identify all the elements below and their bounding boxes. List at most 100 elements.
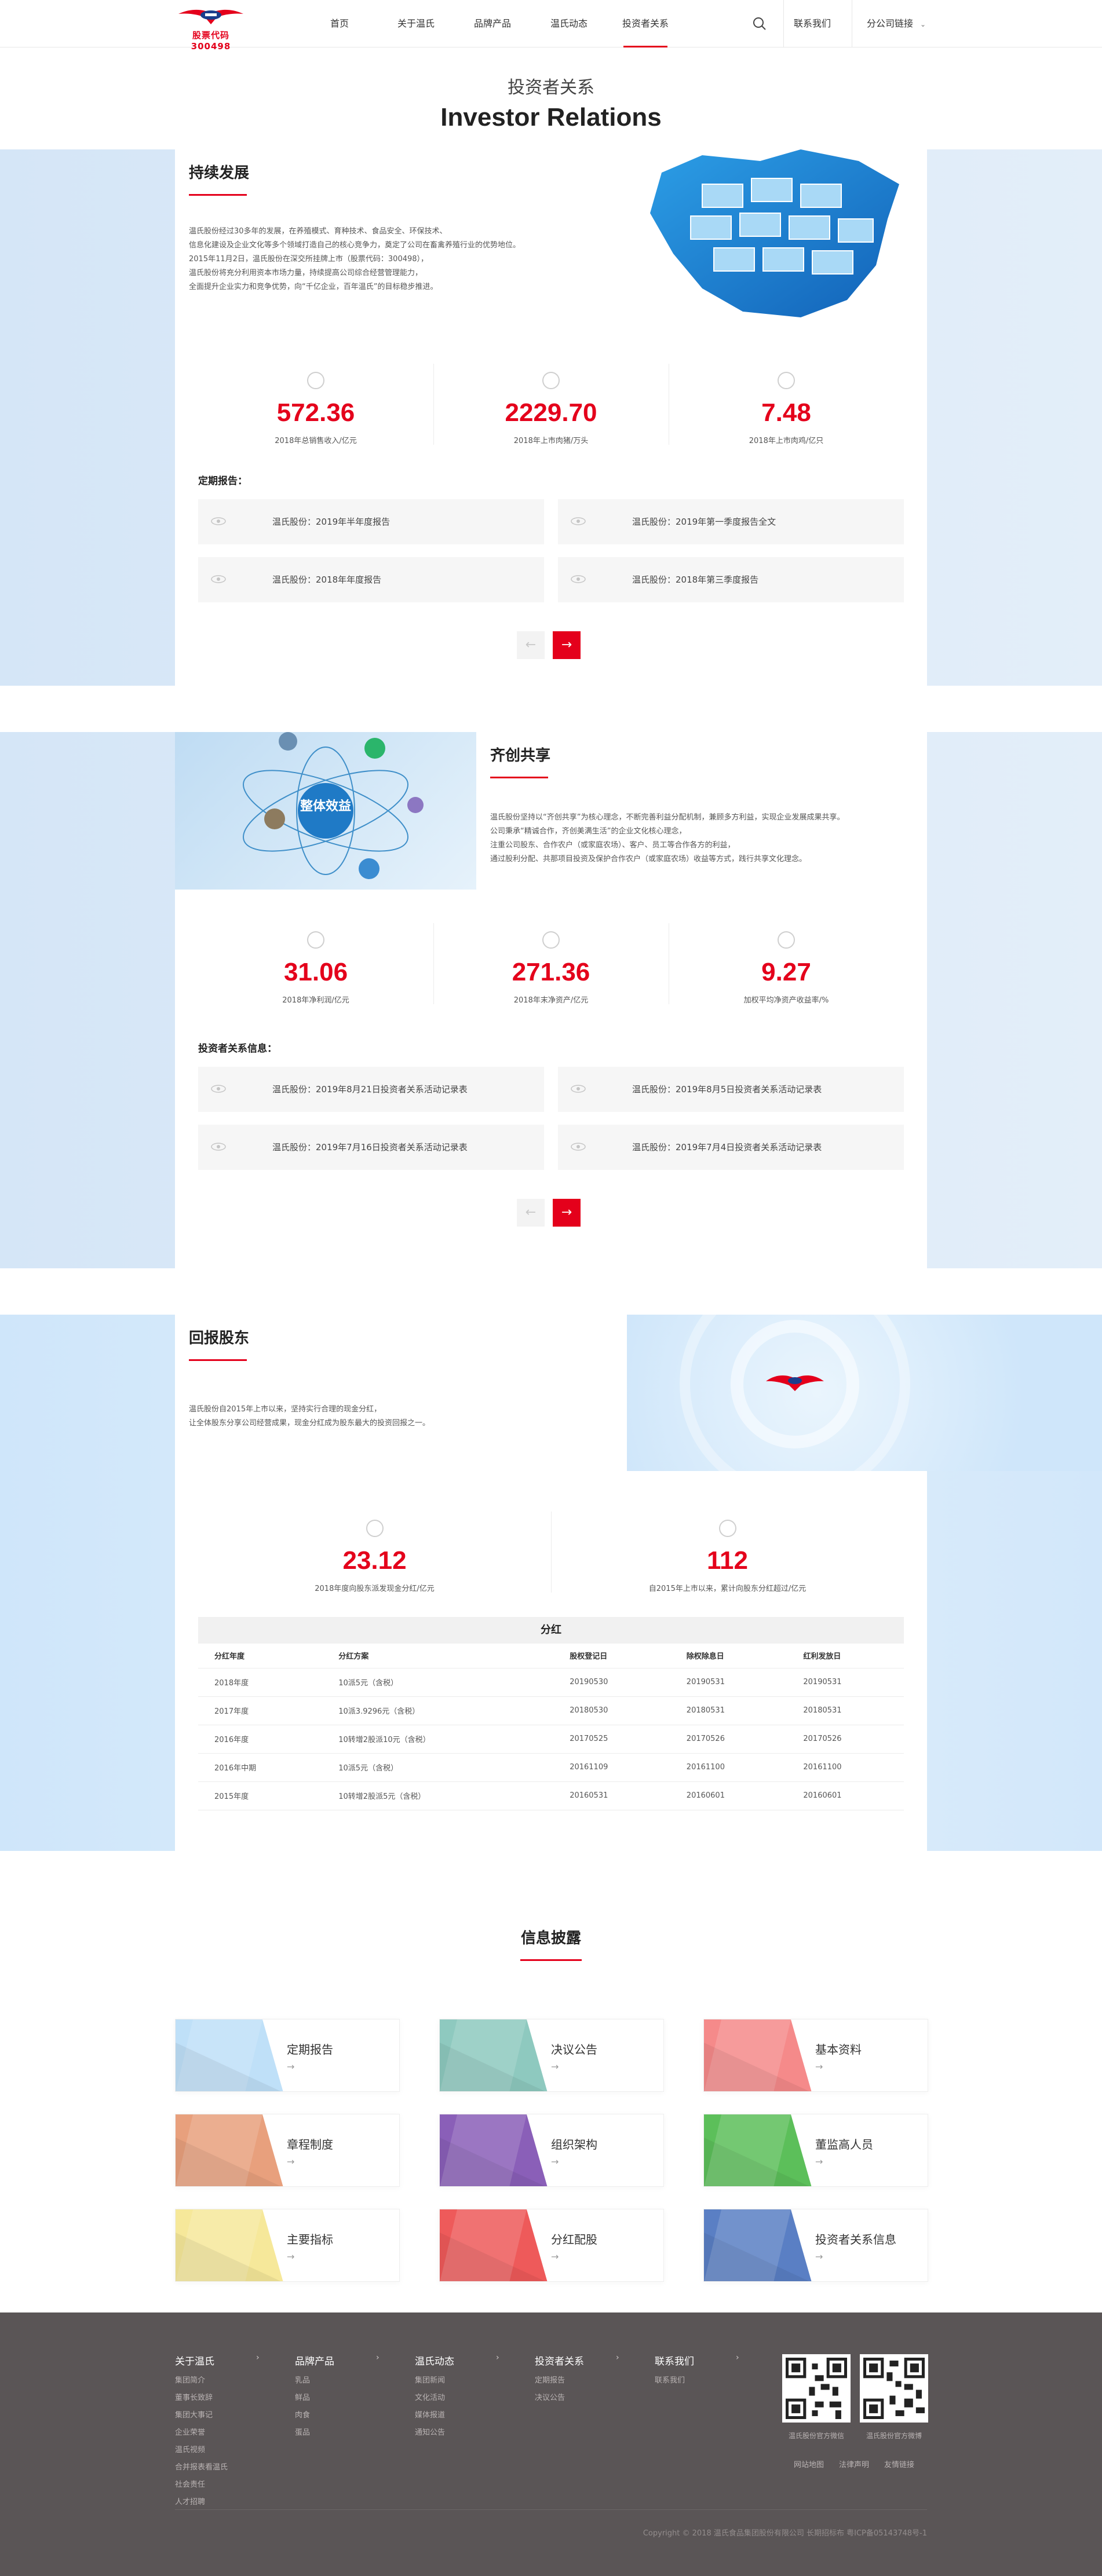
- eye-icon: [571, 517, 586, 525]
- col-header: 除权除息日: [670, 1644, 787, 1668]
- arrow-right-icon: →: [815, 2251, 823, 2262]
- report-item[interactable]: 温氏股份：2019年半年度报告: [198, 499, 544, 544]
- disclosure-card-basic-info[interactable]: 基本资料 →: [703, 2019, 928, 2092]
- footer-link[interactable]: 集团简介: [175, 2374, 279, 2385]
- footer-heading[interactable]: 关于温氏 ›: [175, 2353, 279, 2368]
- arrow-right-icon: →: [815, 2061, 823, 2072]
- footer-link[interactable]: 企业荣誉: [175, 2426, 279, 2437]
- report-item[interactable]: 温氏股份：2019年7月16日投资者关系活动记录表: [198, 1125, 544, 1170]
- search-button[interactable]: [751, 15, 768, 32]
- disclosure-card-ir-info[interactable]: 投资者关系信息 →: [703, 2209, 928, 2282]
- disclosure-card-articles-rules[interactable]: 章程制度 →: [175, 2114, 400, 2187]
- disclosure-card-regular-report[interactable]: 定期报告 →: [175, 2019, 400, 2092]
- nav-about[interactable]: 关于温氏: [378, 0, 454, 47]
- report-title: 温氏股份：2019年7月16日投资者关系活动记录表: [272, 1142, 468, 1152]
- footer-link[interactable]: 通知公告: [415, 2426, 519, 2437]
- footer-heading-text: 关于温氏: [175, 2356, 214, 2368]
- footer-link[interactable]: 决议公告: [535, 2391, 639, 2402]
- stat-label: 2018年末净资产/亿元: [513, 996, 589, 1005]
- next-page-button[interactable]: →: [553, 631, 581, 659]
- report-title: 温氏股份：2018年年度报告: [272, 575, 382, 585]
- report-title: 温氏股份：2019年7月4日投资者关系活动记录表: [632, 1142, 822, 1152]
- sitemap-link[interactable]: 网站地图: [794, 2458, 824, 2469]
- report-item[interactable]: 温氏股份：2019年8月5日投资者关系活动记录表: [558, 1067, 904, 1112]
- prev-page-button[interactable]: ←: [517, 631, 545, 659]
- prev-page-button[interactable]: ←: [517, 1199, 545, 1227]
- benefit-diagram: 整体效益: [175, 732, 476, 890]
- footer-heading[interactable]: 品牌产品 ›: [295, 2353, 399, 2368]
- arrow-right-icon: →: [551, 2156, 559, 2167]
- table-cell: 20190530: [553, 1668, 670, 1697]
- footer-link[interactable]: 董事长致辞: [175, 2391, 279, 2402]
- footer-link[interactable]: 集团大事记: [175, 2409, 279, 2420]
- legal-link[interactable]: 法律声明: [839, 2458, 869, 2469]
- section-title-text: 齐创共享: [490, 747, 551, 764]
- footer-heading-text: 投资者关系: [535, 2356, 584, 2368]
- report-item[interactable]: 温氏股份：2019年第一季度报告全文: [558, 499, 904, 544]
- footer-link[interactable]: 温氏视频: [175, 2443, 279, 2454]
- nav-news[interactable]: 温氏动态: [531, 0, 607, 47]
- footer-heading[interactable]: 联系我们 ›: [655, 2353, 759, 2368]
- china-map-image: [627, 149, 927, 322]
- footer-link[interactable]: 定期报告: [535, 2374, 639, 2385]
- table-cell: 2017年度: [198, 1696, 323, 1725]
- report-item[interactable]: 温氏股份：2018年年度报告: [198, 557, 544, 602]
- friend-links[interactable]: 友情链接: [884, 2458, 914, 2469]
- eye-icon: [571, 1143, 586, 1151]
- logo[interactable]: 股票代码 300498: [175, 5, 247, 52]
- report-item[interactable]: 温氏股份：2018年第三季度报告: [558, 557, 904, 602]
- footer-link[interactable]: 媒体报道: [415, 2409, 519, 2420]
- disclosure-card-org-structure[interactable]: 组织架构 →: [439, 2114, 664, 2187]
- intro-line: 温氏股份坚持以“齐创共享”为核心理念，不断完善利益分配机制，兼顾多方利益，实现企…: [490, 813, 845, 822]
- footer-heading-text: 品牌产品: [295, 2356, 334, 2368]
- chevron-right-icon: ›: [736, 2353, 739, 2362]
- site-header: 股票代码 300498 首页 关于温氏 品牌产品 温氏动态 投资者关系 联系我们…: [0, 0, 1102, 52]
- footer-link[interactable]: 蛋品: [295, 2426, 399, 2437]
- next-page-button[interactable]: →: [553, 1199, 581, 1227]
- disclosure-card-board-members[interactable]: 董监高人员 →: [703, 2114, 928, 2187]
- table-header-row: 分红年度 分红方案 股权登记日 除权除息日 红利发放日: [198, 1644, 904, 1668]
- footer-heading[interactable]: 投资者关系 ›: [535, 2353, 639, 2368]
- footer-link[interactable]: 社会责任: [175, 2478, 279, 2489]
- footer-link[interactable]: 合并报表看温氏: [175, 2461, 279, 2472]
- chevron-down-icon: ⌄: [920, 20, 926, 28]
- disclosure-card-key-indicators[interactable]: 主要指标 →: [175, 2209, 400, 2282]
- copyright: Copyright © 2018 温氏食品集团股份有限公司 长期招标布 粤ICP…: [643, 2529, 927, 2538]
- table-row: 2016年度 10转增2股派10元（含税） 20170525 20170526 …: [198, 1725, 904, 1754]
- table-cell: 10转增2股派5元（含税）: [322, 1781, 554, 1810]
- table-cell: 2018年度: [198, 1668, 323, 1697]
- site-footer: 关于温氏 › 集团简介 董事长致辞 集团大事记 企业荣誉 温氏视频 合并报表看温氏 社会责任 人才…: [0, 2312, 1102, 2576]
- footer-link[interactable]: 乳品: [295, 2374, 399, 2385]
- footer-link[interactable]: 鲜品: [295, 2391, 399, 2402]
- nav-investor[interactable]: 投资者关系: [607, 0, 684, 47]
- nav-products[interactable]: 品牌产品: [454, 0, 531, 47]
- nav-home[interactable]: 首页: [301, 0, 378, 47]
- chevron-right-icon: ›: [616, 2353, 619, 2362]
- report-item[interactable]: 温氏股份：2019年8月21日投资者关系活动记录表: [198, 1067, 544, 1112]
- stat-item: 23.12 2018年度向股东派发现金分红/亿元: [198, 1512, 551, 1593]
- chicken-icon: [778, 372, 795, 389]
- contact-link[interactable]: 联系我们: [794, 0, 831, 47]
- arrow-right-icon: →: [287, 2251, 295, 2262]
- disclosure-card-dividend-rights[interactable]: 分红配股 →: [439, 2209, 664, 2282]
- branch-dropdown[interactable]: 分公司链接 ⌄: [867, 0, 926, 48]
- section-intro: 温氏股份坚持以“齐创共享”为核心理念，不断完善利益分配机制，兼顾多方利益，实现企…: [490, 811, 907, 866]
- table-cell: 20180531: [670, 1696, 787, 1725]
- footer-link[interactable]: 肉食: [295, 2409, 399, 2420]
- report-item[interactable]: 温氏股份：2019年7月4日投资者关系活动记录表: [558, 1125, 904, 1170]
- footer-link[interactable]: 人才招聘: [175, 2496, 279, 2507]
- cumulative-dividend-icon: [718, 1520, 736, 1537]
- table-row: 2018年度 10派5元（含税） 20190530 20190531 20190…: [198, 1668, 904, 1697]
- footer-link[interactable]: 联系我们: [655, 2374, 759, 2385]
- stat-label: 2018年净利润/亿元: [282, 996, 349, 1005]
- eye-icon: [571, 1085, 586, 1093]
- card-label: 基本资料: [815, 2043, 862, 2057]
- footer-link[interactable]: 集团新闻: [415, 2374, 519, 2385]
- footer-link[interactable]: 文化活动: [415, 2391, 519, 2402]
- logo-mark-icon: [178, 9, 243, 24]
- qr-caption: 温氏股份官方微信: [788, 2432, 844, 2440]
- stat-value: 271.36: [512, 958, 590, 986]
- footer-heading[interactable]: 温氏动态 ›: [415, 2353, 519, 2368]
- table-cell: 20180531: [787, 1696, 904, 1725]
- disclosure-card-resolution-notice[interactable]: 决议公告 →: [439, 2019, 664, 2092]
